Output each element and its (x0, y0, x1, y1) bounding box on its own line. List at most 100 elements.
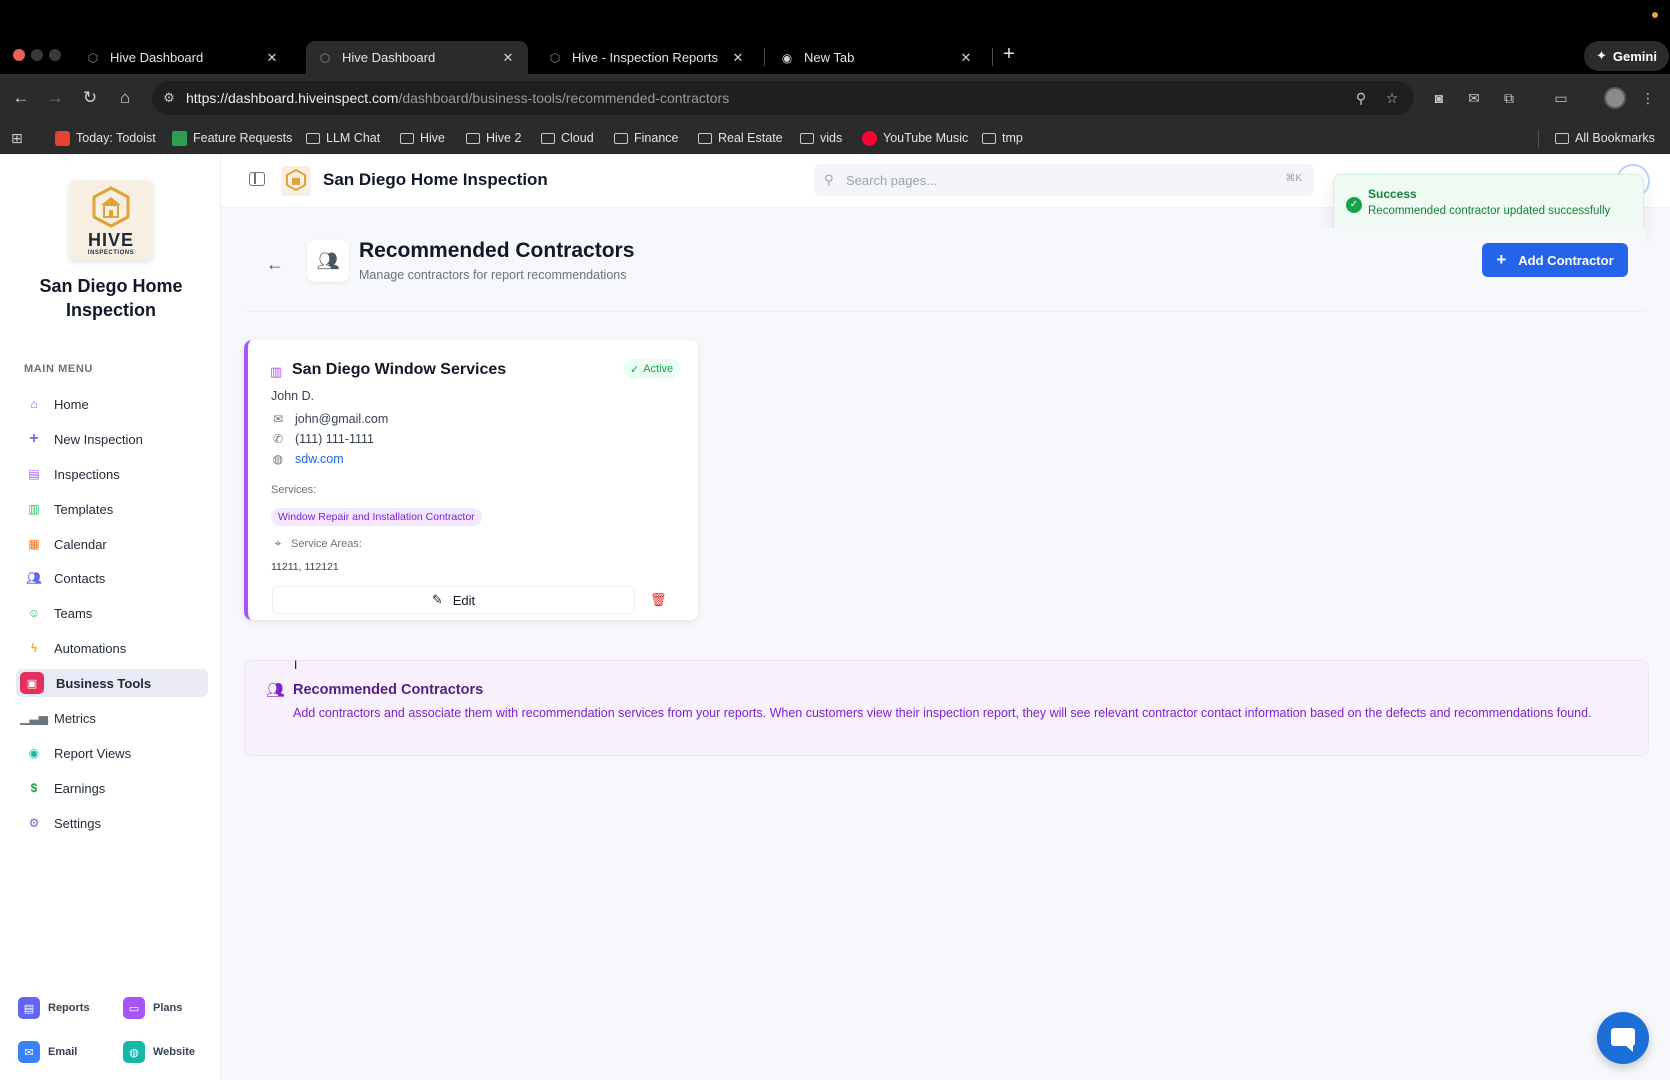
sidebar-item-business-tools[interactable]: ▣ Business Tools (16, 669, 208, 697)
bookmark-item[interactable]: Real Estate (698, 129, 783, 147)
sidebar-item-label: Report Views (54, 745, 132, 761)
maximize-window-button[interactable] (49, 49, 61, 61)
camera-extension-icon[interactable]: ◙ (1428, 87, 1450, 109)
bookmark-item[interactable]: Today: Todoist (55, 129, 156, 147)
hive-favicon-icon: ⬡ (319, 50, 331, 65)
add-contractor-button[interactable]: + Add Contractor (1482, 243, 1628, 277)
close-tab-icon[interactable]: ✕ (500, 50, 516, 66)
email-link[interactable]: ✉ Email (18, 1041, 77, 1063)
close-window-button[interactable] (13, 49, 25, 61)
sidebar-item-calendar[interactable]: ▦ Calendar (16, 530, 208, 558)
browser-tab[interactable]: ⬡ Hive Dashboard ✕ (74, 41, 292, 74)
kebab-menu-icon[interactable]: ⋮ (1637, 87, 1659, 109)
bookmark-item[interactable]: Cloud (541, 129, 594, 147)
sidebar-item-inspections[interactable]: ▤ Inspections (16, 460, 208, 488)
profile-avatar[interactable] (1604, 87, 1626, 109)
bookmark-item[interactable]: LLM Chat (306, 129, 380, 147)
sidebar-item-teams[interactable]: ☺ Teams (16, 599, 208, 627)
home-icon[interactable]: ⌂ (113, 86, 137, 110)
eye-icon: ◉ (28, 746, 40, 760)
trash-icon[interactable]: 🗑︎ (650, 592, 667, 608)
bookmark-item[interactable]: Hive (400, 129, 445, 147)
bookmark-item[interactable]: vids (800, 129, 842, 147)
extensions-puzzle-icon[interactable]: ⧉ (1498, 87, 1520, 109)
side-panel-icon[interactable]: ▭ (1550, 87, 1572, 109)
gemini-button[interactable]: ✦ Gemini (1584, 41, 1669, 71)
credit-card-icon: ▭ (123, 997, 145, 1019)
search-input[interactable] (846, 169, 1246, 191)
info-box: 👥︎ Recommended Contractors Add contracto… (244, 660, 1649, 756)
bar-chart-icon: ▁▃▅ (20, 711, 48, 725)
address-bar[interactable]: ⚙ https://dashboard.hiveinspect.com/dash… (152, 81, 1414, 115)
plus-icon: + (29, 430, 39, 447)
close-tab-icon[interactable]: ✕ (264, 50, 280, 66)
sidebar-item-home[interactable]: ⌂ Home (16, 390, 208, 418)
search-box[interactable]: ⚲ ⌘K (814, 164, 1314, 196)
sidebar-item-report-views[interactable]: ◉ Report Views (16, 739, 208, 767)
website-link[interactable]: ◍ Website (123, 1041, 195, 1063)
bookmark-item[interactable]: tmp (982, 129, 1023, 147)
tab-title: Hive - Inspection Reports (572, 50, 718, 65)
status-label: Active (643, 363, 674, 375)
site-info-icon[interactable]: ⚙ (160, 89, 178, 107)
header-logo (281, 166, 311, 196)
reports-label: Reports (48, 1002, 90, 1014)
close-tab-icon[interactable]: ✕ (958, 50, 974, 66)
sidebar-item-label: Business Tools (56, 675, 152, 691)
hive-house-logo-icon (92, 186, 130, 228)
edit-button[interactable]: ✎ Edit (272, 586, 635, 614)
new-tab-button[interactable]: + (998, 43, 1020, 65)
folder-icon (800, 132, 814, 144)
tab-title: Hive Dashboard (110, 50, 204, 65)
back-arrow-button[interactable]: ← (264, 253, 286, 275)
sidebar-toggle-icon[interactable] (249, 172, 265, 186)
bookmark-item[interactable]: Hive 2 (466, 129, 521, 147)
company-logo: HIVE INSPECTIONS (69, 180, 153, 260)
company-name: San Diego Home Inspection (39, 276, 183, 320)
sidebar-item-contacts[interactable]: 👥︎ Contacts (16, 564, 208, 592)
apps-grid-icon[interactable]: ⊞ (11, 130, 27, 146)
sidebar-item-label: Home (54, 396, 89, 412)
chrome-favicon-icon: ◉ (781, 50, 793, 65)
zoom-icon[interactable]: ⚲ (1352, 89, 1370, 107)
sidebar-item-label: Teams (54, 605, 93, 621)
chat-bubble-icon (1611, 1028, 1635, 1052)
forward-arrow-icon[interactable]: → (43, 86, 67, 110)
bookmark-item[interactable]: Feature Requests (172, 129, 292, 147)
reload-icon[interactable]: ↻ (78, 86, 102, 110)
contact-name: John D. (271, 389, 315, 403)
plans-link[interactable]: ▭ Plans (123, 997, 182, 1019)
folder-icon (698, 132, 712, 144)
close-tab-icon[interactable]: ✕ (730, 50, 746, 66)
back-arrow-icon[interactable]: ← (9, 86, 33, 110)
briefcase-icon: ▣ (20, 672, 44, 694)
contractor-website-link[interactable]: sdw.com (295, 452, 344, 466)
contractor-phone: (111) 111-1111 (295, 432, 374, 446)
minimize-window-button[interactable] (31, 49, 43, 61)
sidebar-item-metrics[interactable]: ▁▃▅ Metrics (16, 704, 208, 732)
bookmark-item[interactable]: Finance (614, 129, 678, 147)
sidebar-item-new-inspection[interactable]: + New Inspection (16, 425, 208, 453)
sidebar-item-automations[interactable]: ϟ Automations (16, 634, 208, 662)
contractor-company: San Diego Window Services (292, 361, 507, 378)
success-toast: ✓ Success Recommended contractor updated… (1333, 174, 1644, 236)
sidebar-item-settings[interactable]: ⚙ Settings (16, 809, 208, 837)
sidebar-item-earnings[interactable]: $ Earnings (16, 774, 208, 802)
sidebar-item-templates[interactable]: ▥ Templates (16, 495, 208, 523)
edit-icon: ✎ (431, 592, 443, 607)
bookmark-star-icon[interactable]: ☆ (1383, 89, 1401, 107)
logo-subword: INSPECTIONS (87, 250, 135, 256)
browser-tab-active[interactable]: ⬡ Hive Dashboard ✕ (306, 41, 528, 74)
website-row: ◍ sdw.com (271, 452, 344, 466)
all-bookmarks-button[interactable]: All Bookmarks (1555, 129, 1655, 147)
mail-extension-icon[interactable]: ✉ (1463, 87, 1485, 109)
url-text[interactable]: https://dashboard.hiveinspect.com/dashbo… (186, 90, 729, 106)
logo-word: HIVE (87, 230, 134, 250)
url-host: https://dashboard.hiveinspect.com (186, 90, 399, 106)
browser-tab[interactable]: ◉ New Tab ✕ (768, 41, 986, 74)
bookmark-item[interactable]: YouTube Music (862, 129, 968, 147)
browser-tab[interactable]: ⬡ Hive - Inspection Reports ✕ (536, 41, 758, 74)
chat-support-button[interactable] (1597, 1012, 1649, 1064)
reports-link[interactable]: ▤ Reports (18, 997, 90, 1019)
sparkle-icon: ✦ (1596, 48, 1607, 63)
